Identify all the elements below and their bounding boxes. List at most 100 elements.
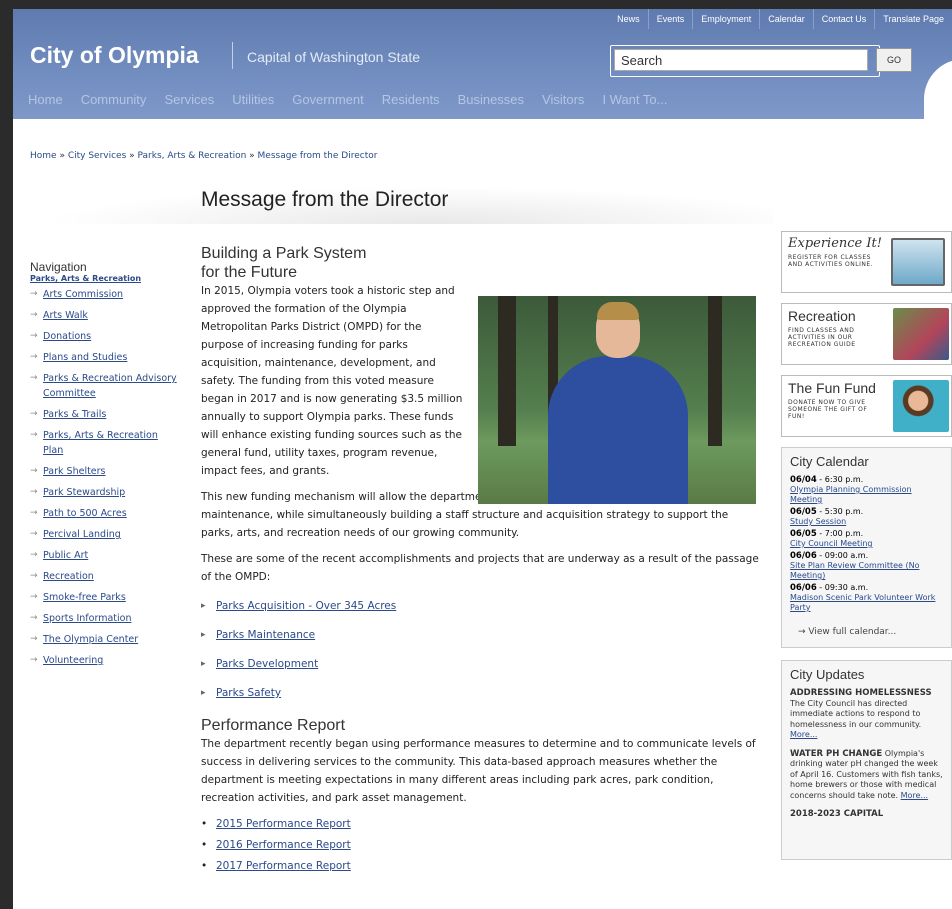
left-nav-item: Parks & Trails — [30, 407, 180, 422]
event-link[interactable]: Olympia Planning Commission Meeting — [790, 485, 943, 505]
left-nav-link-parks-trails[interactable]: Parks & Trails — [43, 409, 106, 420]
update-more-link[interactable]: More... — [790, 730, 817, 739]
intro-paragraph: In 2015, Olympia voters took a historic … — [201, 285, 463, 477]
site-logo[interactable]: City of Olympia — [30, 42, 199, 69]
nav-utilities[interactable]: Utilities — [232, 88, 274, 114]
link-parks-acquisition[interactable]: Parks Acquisition - Over 345 Acres — [216, 600, 396, 612]
updates-title: City Updates — [790, 667, 865, 682]
photo-tree — [708, 296, 722, 446]
list-item: Parks Maintenance — [201, 626, 761, 644]
page: News Events Employment Calendar Contact … — [13, 9, 952, 909]
nav-visitors[interactable]: Visitors — [542, 88, 584, 114]
view-calendar-link[interactable]: → View full calendar... — [798, 627, 943, 637]
utility-link-employment[interactable]: Employment — [692, 9, 759, 29]
left-nav-item: The Olympia Center — [30, 632, 180, 647]
left-nav-link-par-plan[interactable]: Parks, Arts & Recreation Plan — [43, 430, 158, 456]
nav-businesses[interactable]: Businesses — [458, 88, 524, 114]
left-nav-link-public-art[interactable]: Public Art — [43, 550, 88, 561]
left-nav-link-arts-commission[interactable]: Arts Commission — [43, 289, 123, 300]
left-nav-item: Smoke-free Parks — [30, 590, 180, 605]
calendar-title: City Calendar — [790, 454, 869, 469]
logo-divider — [232, 42, 233, 69]
accomplishments-paragraph: These are some of the recent accomplishm… — [201, 553, 759, 583]
photo-person-body — [548, 356, 688, 504]
left-nav-link-500-acres[interactable]: Path to 500 Acres — [43, 508, 127, 519]
link-report-2017[interactable]: 2017 Performance Report — [216, 860, 351, 872]
left-nav-link-smoke-free[interactable]: Smoke-free Parks — [43, 592, 126, 603]
nav-services[interactable]: Services — [164, 88, 214, 114]
nav-home[interactable]: Home — [28, 88, 63, 114]
breadcrumb-home[interactable]: Home — [30, 151, 57, 161]
left-nav-link-volunteering[interactable]: Volunteering — [43, 655, 103, 666]
event-link[interactable]: Madison Scenic Park Volunteer Work Party — [790, 593, 943, 613]
list-item: Parks Development — [201, 655, 761, 673]
site-header: News Events Employment Calendar Contact … — [13, 9, 952, 119]
nav-i-want-to[interactable]: I Want To... — [602, 88, 667, 114]
event-link[interactable]: Site Plan Review Committee (No Meeting) — [790, 561, 943, 581]
main-nav: Home Community Services Utilities Govern… — [13, 88, 685, 114]
event-link[interactable]: Study Session — [790, 517, 943, 527]
left-nav-link-shelters[interactable]: Park Shelters — [43, 466, 106, 477]
left-nav-item: Volunteering — [30, 653, 180, 668]
promo-fun-fund[interactable]: The Fun Fund Donate now to give someone … — [781, 375, 952, 437]
breadcrumb-city-services[interactable]: City Services — [68, 151, 126, 161]
breadcrumb-parks[interactable]: Parks, Arts & Recreation — [138, 151, 247, 161]
left-nav-section-link[interactable]: Parks, Arts & Recreation — [30, 274, 180, 283]
left-nav-item: Donations — [30, 329, 180, 344]
promo-experience-it[interactable]: Experience It! Register for classes and … — [781, 231, 952, 293]
list-item: 2017 Performance Report — [201, 857, 761, 875]
left-nav-item: Arts Commission — [30, 287, 180, 302]
promo-text: Register for classes and activities onli… — [788, 254, 874, 268]
calendar-event: 06/04 - 6:30 p.m. Olympia Planning Commis… — [790, 475, 943, 505]
left-nav-item: Park Stewardship — [30, 485, 180, 500]
update-item: Addressing Homelessness The City Council… — [790, 688, 932, 739]
section-heading-park-system: Building a Park System for the Future — [201, 245, 367, 281]
capitol-dome-graphic — [924, 59, 952, 119]
event-link[interactable]: City Council Meeting — [790, 539, 943, 549]
left-nav-item: Percival Landing — [30, 527, 180, 542]
left-nav-link-sports[interactable]: Sports Information — [43, 613, 131, 624]
photo-tree — [498, 296, 516, 446]
link-parks-safety[interactable]: Parks Safety — [216, 687, 281, 699]
utility-link-translate[interactable]: Translate Page — [874, 9, 952, 29]
page-title: Message from the Director — [201, 188, 449, 211]
left-nav-item: Recreation — [30, 569, 180, 584]
left-nav-link-plans[interactable]: Plans and Studies — [43, 352, 127, 363]
link-report-2016[interactable]: 2016 Performance Report — [216, 839, 351, 851]
breadcrumb-current[interactable]: Message from the Director — [258, 151, 378, 161]
right-sidebar: Experience It! Register for classes and … — [781, 231, 952, 872]
left-nav-link-arts-walk[interactable]: Arts Walk — [43, 310, 88, 321]
utility-link-news[interactable]: News — [609, 9, 648, 29]
utility-link-contact[interactable]: Contact Us — [812, 9, 875, 29]
calendar-event: 06/06 - 09:00 a.m. Site Plan Review Commi… — [790, 551, 943, 581]
link-parks-development[interactable]: Parks Development — [216, 658, 318, 670]
breadcrumb: Home » City Services » Parks, Arts & Rec… — [30, 151, 378, 161]
nav-government[interactable]: Government — [292, 88, 364, 114]
link-parks-maintenance[interactable]: Parks Maintenance — [216, 629, 315, 641]
left-nav-link-advisory[interactable]: Parks & Recreation Advisory Committee — [43, 373, 177, 399]
calendar-event: 06/05 - 7:00 p.m. City Council Meeting — [790, 529, 943, 549]
link-report-2015[interactable]: 2015 Performance Report — [216, 818, 351, 830]
left-nav-link-donations[interactable]: Donations — [43, 331, 91, 342]
left-nav-link-recreation[interactable]: Recreation — [43, 571, 94, 582]
update-more-link[interactable]: More... — [901, 791, 928, 800]
nav-residents[interactable]: Residents — [382, 88, 440, 114]
recreation-photo — [893, 308, 949, 360]
promo-recreation[interactable]: Recreation Find classes and activities i… — [781, 303, 952, 365]
left-navigation: Navigation Parks, Arts & Recreation Arts… — [30, 260, 180, 674]
left-nav-item: Parks & Recreation Advisory Committee — [30, 371, 180, 401]
nav-community[interactable]: Community — [81, 88, 147, 114]
section-heading-performance: Performance Report — [201, 717, 346, 734]
search-box — [610, 45, 880, 77]
search-input[interactable] — [614, 49, 868, 71]
site-tagline: Capital of Washington State — [247, 49, 421, 65]
left-nav-link-stewardship[interactable]: Park Stewardship — [43, 487, 125, 498]
left-nav-link-percival[interactable]: Percival Landing — [43, 529, 121, 540]
project-links: Parks Acquisition - Over 345 Acres Parks… — [201, 597, 761, 702]
utility-link-events[interactable]: Events — [647, 9, 693, 29]
utility-link-calendar[interactable]: Calendar — [759, 9, 813, 29]
search-go-button[interactable]: GO — [876, 48, 912, 72]
left-nav-link-olympia-center[interactable]: The Olympia Center — [43, 634, 138, 645]
computer-monitor-icon — [891, 238, 945, 286]
report-links: 2015 Performance Report 2016 Performance… — [201, 815, 761, 875]
